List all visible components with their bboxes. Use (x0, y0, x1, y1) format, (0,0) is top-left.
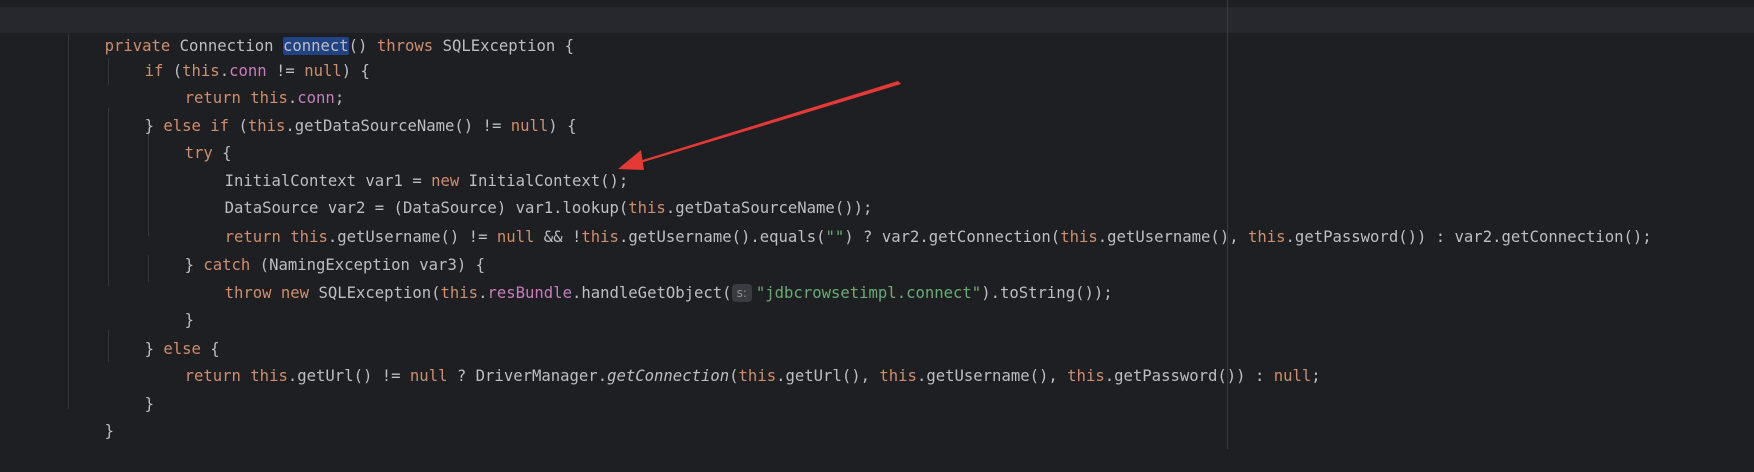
code-line[interactable]: InitialContext var1 = new InitialContext… (187, 141, 629, 190)
code-token-static-method: getConnection (607, 367, 730, 385)
code-token: ) { (341, 62, 370, 80)
code-token-keyword: this (879, 367, 917, 385)
code-token-field: resBundle (487, 284, 572, 302)
code-line[interactable]: DataSource var2 = (DataSource) var1.look… (187, 168, 873, 217)
code-line[interactable]: throw new SQLException(this.resBundle.ha… (187, 253, 1113, 302)
code-token-keyword: null (1273, 367, 1312, 385)
code-line[interactable]: } (147, 280, 194, 329)
parameter-name-hint: s: (731, 284, 752, 302)
code-token: .getUsername(), (916, 367, 1068, 385)
code-token-keyword: this (250, 367, 288, 385)
annotation-arrow-shaft (636, 81, 901, 164)
code-token: ; (1311, 367, 1321, 385)
code-editor[interactable]: private Connection connect() throws SQLE… (0, 0, 1754, 449)
indent-guide (68, 34, 69, 409)
code-token: ).toString()); (981, 284, 1113, 302)
code-line[interactable]: } else { (107, 309, 220, 358)
code-token: .getUrl(), (776, 367, 880, 385)
code-token-keyword: null (496, 228, 535, 246)
code-line[interactable]: return this.conn; (147, 58, 345, 107)
code-token: ) ? var2.getConnection( (844, 228, 1061, 246)
code-line[interactable]: try { (147, 113, 232, 162)
code-token-keyword: this (1247, 228, 1286, 246)
code-token: .getPassword()) : var2.getConnection(); (1285, 228, 1652, 246)
code-token: SQLException { (433, 37, 575, 55)
code-token-keyword: null (409, 367, 448, 385)
code-token-keyword: this (247, 117, 286, 135)
code-token-string: "" (825, 228, 845, 246)
code-line[interactable]: if (this.conn != null) { (107, 31, 370, 80)
code-token-keyword: return (184, 367, 241, 385)
code-token-keyword: throws (376, 37, 434, 55)
code-line[interactable]: private Connection connect() throws SQLE… (67, 6, 574, 55)
code-line[interactable]: return this.getUrl() != null ? DriverMan… (147, 336, 1321, 385)
code-line[interactable]: } catch (NamingException var3) { (147, 225, 485, 274)
code-token: ? DriverManager. (447, 367, 608, 385)
code-token-keyword: this (581, 228, 619, 246)
code-token: .getUrl() != (287, 367, 410, 385)
code-token: .getUsername(), (1097, 228, 1248, 246)
code-token: .getPassword()) : (1104, 367, 1274, 385)
code-token: ( (229, 117, 248, 135)
code-token: && ! (534, 228, 582, 246)
code-line[interactable]: } (67, 391, 114, 440)
code-token-keyword: this (440, 284, 479, 302)
code-line[interactable]: } (107, 364, 154, 413)
code-token: .getDataSourceName() != (285, 117, 511, 135)
code-token-keyword: new (280, 284, 310, 302)
code-token: SQLException( (309, 284, 441, 302)
code-token-keyword: this (738, 367, 777, 385)
code-token: .handleGetObject( (571, 284, 732, 302)
code-token: ( (729, 367, 739, 385)
code-token-keyword: null (510, 117, 549, 135)
code-token: ) { (548, 117, 577, 135)
code-token: } (144, 395, 154, 413)
code-token-string: "jdbcrowsetimpl.connect" (755, 284, 982, 302)
code-token-keyword: this (1067, 367, 1105, 385)
code-line[interactable]: } else if (this.getDataSourceName() != n… (107, 86, 577, 135)
code-token: } (104, 422, 114, 440)
code-line[interactable]: return this.getUsername() != null && !th… (187, 197, 1652, 246)
code-token-keyword: this (1060, 228, 1098, 246)
code-token: .getUsername().equals( (618, 228, 826, 246)
code-token-keyword: throw (224, 284, 272, 302)
